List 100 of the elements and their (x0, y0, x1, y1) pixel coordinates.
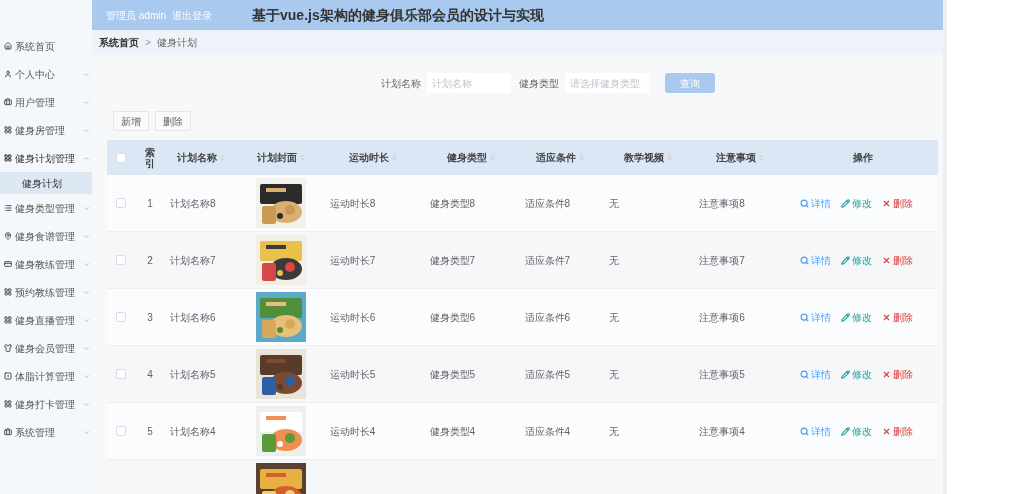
menu-label: 健身打卡管理 (15, 397, 75, 412)
field-label: 健身类型 (518, 76, 559, 91)
table-cell-text: 注意事项7 (699, 253, 745, 268)
details-link[interactable]: 详情 (800, 309, 832, 325)
add-button[interactable]: 新增 (113, 111, 149, 131)
table-cell-text: 计划名称5 (169, 367, 216, 382)
table-cell-text: 无 (609, 424, 620, 439)
menu-label: 系统管理 (15, 425, 55, 440)
grid-icon (4, 126, 12, 134)
breadcrumb-item[interactable]: 系统首页 (99, 35, 139, 50)
menu-label: 用户管理 (15, 95, 55, 110)
table-cell-text: 3 (147, 310, 153, 325)
delete-link[interactable]: 删除 (882, 195, 914, 211)
checkbox[interactable] (116, 198, 127, 208)
menu-item[interactable]: 健身计划管理 (0, 144, 92, 172)
submenu-item[interactable]: 健身计划 (0, 172, 92, 194)
edit-link[interactable]: 修改 (841, 195, 873, 211)
close-icon (882, 369, 892, 379)
details-link[interactable]: 详情 (800, 195, 832, 211)
sort-icon[interactable] (758, 154, 766, 161)
table-cell-text: 5 (147, 424, 153, 439)
table-cell-text: 适应条件6 (524, 310, 571, 325)
close-icon (882, 312, 892, 322)
table-cell-text: 健身类型8 (429, 196, 476, 211)
grid-icon (4, 288, 12, 296)
edit-link[interactable]: 修改 (841, 366, 873, 382)
table-cell-text: 注意事项4 (699, 424, 745, 439)
shirt-icon (4, 344, 12, 352)
menu-item[interactable]: 健身教练管理 (0, 250, 92, 278)
menu-item[interactable]: 健身类型管理 (0, 194, 92, 222)
checkbox[interactable] (116, 255, 127, 265)
table-cell-text: 适应条件5 (524, 367, 571, 382)
menu-label: 个人中心 (15, 67, 55, 82)
checkbox[interactable] (116, 369, 127, 379)
edit-link[interactable]: 修改 (841, 423, 873, 439)
column-header: 教学视频 (623, 151, 664, 165)
menu-label: 健身教练管理 (15, 257, 75, 272)
menu-item[interactable]: 体脂计算管理 (0, 362, 92, 390)
delete-link[interactable]: 删除 (882, 252, 914, 268)
search-icon (800, 426, 810, 436)
menu-label: 健身房管理 (15, 123, 65, 138)
sort-icon[interactable] (578, 154, 586, 161)
breadcrumb-item[interactable]: 健身计划 (156, 35, 197, 50)
menu-label: 健身食谱管理 (15, 229, 75, 244)
pencil-icon (841, 255, 851, 265)
close-icon (882, 426, 892, 436)
menu-item[interactable]: 健身食谱管理 (0, 222, 92, 250)
table-cell-text: 无 (609, 196, 620, 211)
sort-icon[interactable] (391, 154, 399, 161)
table-cell-text: 计划名称6 (169, 310, 216, 325)
sort-icon[interactable] (488, 154, 496, 161)
pin-icon (4, 232, 12, 240)
column-header: 操作 (853, 151, 874, 165)
column-header: 索引 (144, 146, 155, 169)
menu-item[interactable]: 预约教练管理 (0, 278, 92, 306)
table-cell-text: 运动时长7 (329, 253, 376, 268)
menu-item[interactable]: 用户管理 (0, 88, 92, 116)
menu-label: 系统首页 (15, 39, 55, 54)
details-link[interactable]: 详情 (800, 423, 832, 439)
sort-icon[interactable] (298, 154, 306, 161)
delete-link[interactable]: 删除 (882, 366, 914, 382)
table-cell-text: 健身类型6 (429, 310, 476, 325)
delete-link[interactable]: 删除 (882, 309, 914, 325)
menu-item[interactable]: 健身直播管理 (0, 306, 92, 334)
column-header: 健身类型 (446, 151, 487, 165)
column-header: 计划名称 (176, 151, 217, 165)
sort-icon[interactable] (665, 154, 673, 161)
pencil-icon (841, 198, 851, 208)
search-icon (800, 312, 810, 322)
home-icon (4, 42, 12, 50)
briefcase-icon (4, 98, 12, 106)
menu-item[interactable]: 个人中心 (0, 60, 92, 88)
menu-item[interactable]: 健身打卡管理 (0, 390, 92, 418)
checkbox[interactable] (116, 426, 127, 436)
edit-link[interactable]: 修改 (841, 309, 873, 325)
menu-item[interactable]: 健身会员管理 (0, 334, 92, 362)
grid-icon (4, 154, 12, 162)
sort-icon[interactable] (218, 154, 226, 161)
delete-button[interactable]: 删除 (155, 111, 191, 131)
page-title: 基于vue.js架构的健身俱乐部会员的设计与实现 (252, 5, 544, 25)
table-cell-text: 注意事项6 (699, 310, 745, 325)
table-cell-text: 无 (609, 253, 620, 268)
checkbox[interactable] (116, 312, 127, 322)
pencil-icon (841, 312, 851, 322)
table-cell-text: 4 (147, 367, 153, 382)
table-cell-text: 适应条件7 (524, 253, 571, 268)
delete-link[interactable]: 删除 (882, 423, 914, 439)
edit-link[interactable]: 修改 (841, 252, 873, 268)
menu-item[interactable]: 系统首页 (0, 32, 92, 60)
search-icon (800, 369, 810, 379)
menu-label: 健身会员管理 (15, 341, 75, 356)
menu-item[interactable]: 健身房管理 (0, 116, 92, 144)
close-icon (882, 255, 892, 265)
search-icon (800, 198, 810, 208)
table-cell-text: 运动时长8 (329, 196, 376, 211)
checkbox[interactable] (116, 152, 127, 163)
table-cell-text: 1 (147, 196, 153, 211)
table-cell-text: 运动时长4 (329, 424, 376, 439)
menu-item[interactable]: 系统管理 (0, 418, 92, 446)
table-cell-text: 健身类型4 (429, 424, 476, 439)
